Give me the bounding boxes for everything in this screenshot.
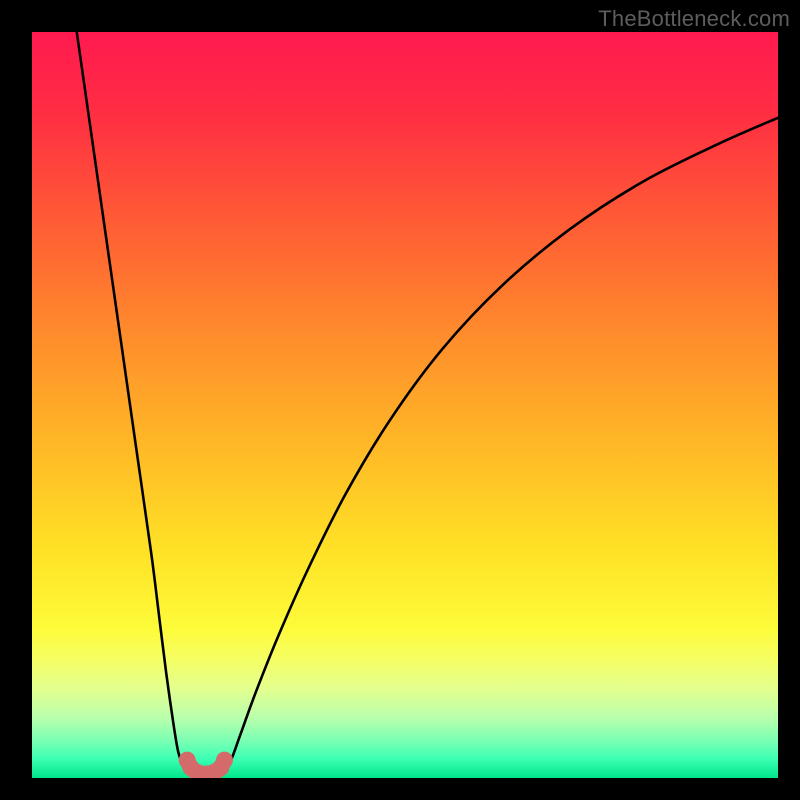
bottleneck-plot (32, 32, 778, 778)
plot-background (32, 32, 778, 778)
chart-frame: TheBottleneck.com (0, 0, 800, 800)
bottleneck-zone-marker (216, 752, 233, 769)
watermark-text: TheBottleneck.com (598, 6, 790, 32)
